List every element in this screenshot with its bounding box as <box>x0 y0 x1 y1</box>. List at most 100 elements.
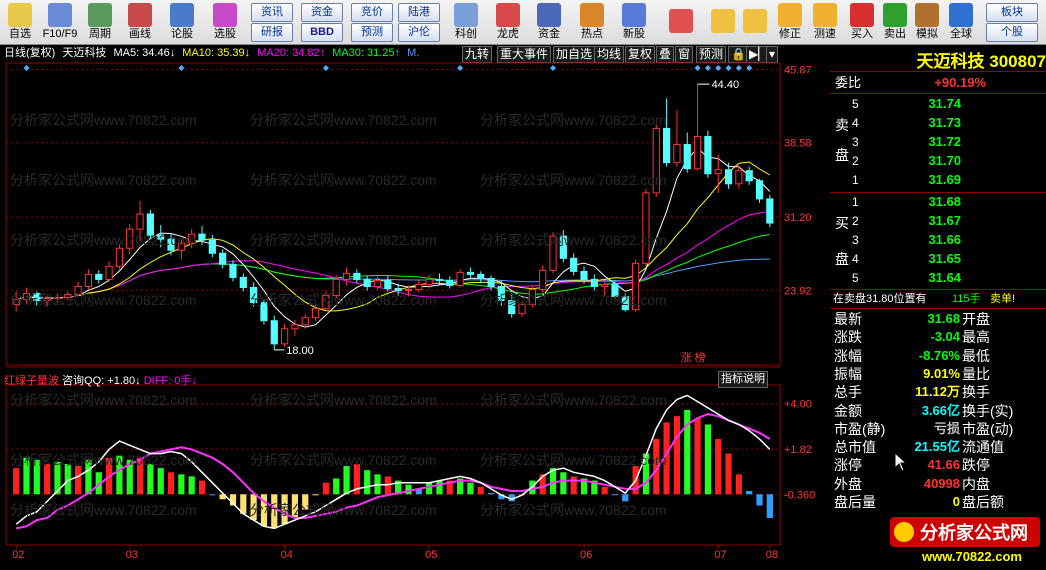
pe-icon <box>537 3 561 27</box>
auction-button[interactable]: 竞价 <box>351 3 393 22</box>
indicator-explain-button[interactable]: 指标说明 <box>718 371 768 388</box>
indicator-bar <box>694 418 701 495</box>
indicator-bar <box>405 484 412 495</box>
indicator-bar <box>75 466 82 495</box>
candle-body <box>301 317 309 326</box>
candle-body <box>291 324 299 330</box>
back-arrow-button[interactable] <box>708 0 738 44</box>
bid-level: 1 <box>852 195 859 209</box>
toolbar-label: 画线 <box>129 28 151 40</box>
toolbar-item-f10[interactable]: F10/F9 <box>40 0 80 44</box>
bbd-button[interactable]: BBD <box>301 23 343 42</box>
x-tick-label: 08 <box>766 549 778 561</box>
sector-button[interactable]: 板块 <box>986 3 1038 22</box>
ask-row[interactable]: 4 31.73 <box>830 114 1046 132</box>
stat-value: 亏损 <box>933 420 960 436</box>
stat-label-right: 内盘 <box>962 475 990 492</box>
report-button[interactable]: 研报 <box>251 23 293 42</box>
toolbar-label: 热点 <box>581 28 603 40</box>
fund-button[interactable]: 资金 <box>301 3 343 22</box>
indicator-bar <box>487 493 495 495</box>
candle-body <box>219 252 227 265</box>
indicator-bar <box>746 490 753 495</box>
candle-body <box>363 278 371 287</box>
color-grid-button[interactable] <box>666 0 696 44</box>
watermark-text: 分析家公式网www.70822.com <box>480 232 667 248</box>
toolbar-item-revise[interactable]: 修正 <box>773 0 807 44</box>
candle-body <box>384 279 392 289</box>
ask-row[interactable]: 3 31.72 <box>830 133 1046 151</box>
stat-row: 涨幅 -8.76% 最低 <box>830 347 1046 365</box>
bid-price: 31.66 <box>928 232 961 247</box>
stat-label-right: 换手 <box>962 384 990 401</box>
watermark-text: 分析家公式网www.70822.com <box>250 172 437 188</box>
stat-label: 振幅 <box>834 365 862 382</box>
toolbar-item-ipo[interactable]: 新股 <box>613 0 655 44</box>
weibi-row: 委比 +90.19% <box>830 74 1046 92</box>
indicator-y-tick: +1.82 <box>784 444 812 456</box>
shanghai-london-button[interactable]: 沪伦 <box>398 23 440 42</box>
ask-price: 31.69 <box>928 172 961 187</box>
chart-area[interactable]: 日线(复权) 天迈科技 MA5: 34.46↓ MA10: 35.39↓ MA2… <box>0 45 830 570</box>
toolbar-label: 龙虎 <box>497 28 519 40</box>
toolbar-item-speed[interactable]: 测速 <box>808 0 842 44</box>
toolbar-label: F10/F9 <box>42 28 78 40</box>
indicator-bar <box>467 482 474 495</box>
bid-row[interactable]: 1 31.68 <box>830 193 1046 211</box>
toolbar-item-grid[interactable]: 自选 <box>0 0 40 44</box>
candle-body <box>714 169 722 175</box>
ask-row[interactable]: 2 31.70 <box>830 152 1046 170</box>
toolbar-item-dragon-tiger[interactable]: 龙虎 <box>487 0 529 44</box>
candle-body <box>704 135 712 175</box>
toolbar-item-globe[interactable]: 全球 <box>944 0 978 44</box>
x-tick-label: 05 <box>425 549 437 561</box>
indicator-diff: DIFF: 0手↓ <box>143 375 197 387</box>
candle-body <box>539 269 547 291</box>
bid-row[interactable]: 3 31.66 <box>830 231 1046 249</box>
bid-price: 31.64 <box>928 270 961 285</box>
grid-icon <box>8 3 32 27</box>
toolbar-item-buy[interactable]: 买入 <box>845 0 879 44</box>
hk-connect-button[interactable]: 陆港 <box>398 3 440 22</box>
toolbar-item-hot[interactable]: 热点 <box>571 0 613 44</box>
event-marker-icon <box>23 65 30 71</box>
candle-body <box>466 271 475 275</box>
stock-button[interactable]: 个股 <box>986 23 1038 42</box>
toolbar-item-discuss[interactable]: 论股 <box>162 0 202 44</box>
candle-body <box>580 270 588 280</box>
ask-row[interactable]: 5 31.74 <box>830 95 1046 113</box>
toolbar-item-pe[interactable]: 资金 <box>528 0 570 44</box>
ask-row[interactable]: 1 31.69 <box>830 171 1046 189</box>
bid-row[interactable]: 5 31.64 <box>830 269 1046 287</box>
arrow-up-down-button[interactable] <box>740 0 770 44</box>
stat-value: 41.66 <box>927 457 960 473</box>
watermark-text: 分析家公式网www.70822.com <box>480 172 667 188</box>
toolbar-item-sell[interactable]: 卖出 <box>878 0 912 44</box>
forecast-button[interactable]: 预测 <box>351 23 393 42</box>
event-marker-icon <box>715 65 722 71</box>
watermark-text: 分析家公式网www.70822.com <box>480 502 667 518</box>
indicator-bar <box>436 480 443 495</box>
stat-value: -3.04 <box>930 329 960 345</box>
quote-panel: 天迈科技 300807 委比 +90.19% 卖 盘 5 31.74 4 31.73 3… <box>830 45 1046 570</box>
toolbar-item-cycle[interactable]: 周期 <box>80 0 120 44</box>
news-button[interactable]: 资讯 <box>251 3 293 22</box>
toolbar-item-kechuang[interactable]: 科创 <box>445 0 487 44</box>
toolbar-label: 模拟 <box>916 28 938 40</box>
stat-label-right: 换手(实) <box>962 402 1014 419</box>
x-tick-label: 07 <box>714 549 726 561</box>
indicator-bar <box>673 416 681 495</box>
toolbar-item-pen[interactable]: 画线 <box>120 0 160 44</box>
watermark-text: 分析家公式网www.70822.com <box>10 502 197 518</box>
toolbar-item-hammer[interactable]: 模拟 <box>910 0 944 44</box>
indicator-name: 红绿子量波 <box>4 375 59 387</box>
stat-value: 31.68 <box>927 311 960 326</box>
toolbar-item-select-stock[interactable]: 选股 <box>205 0 245 44</box>
stat-row: 市盈(静) 亏损 市盈(动) <box>830 420 1046 438</box>
candle-body <box>601 283 609 287</box>
bid-row[interactable]: 2 31.67 <box>830 212 1046 230</box>
bid-row[interactable]: 4 31.65 <box>830 250 1046 268</box>
ask-level: 2 <box>852 154 859 168</box>
indicator-bar <box>167 472 175 495</box>
kline-chart-svg: 45.87 38.58 31.20 23.92 44.40 18.00 涨 榜 +4.00 +1… <box>5 62 815 561</box>
